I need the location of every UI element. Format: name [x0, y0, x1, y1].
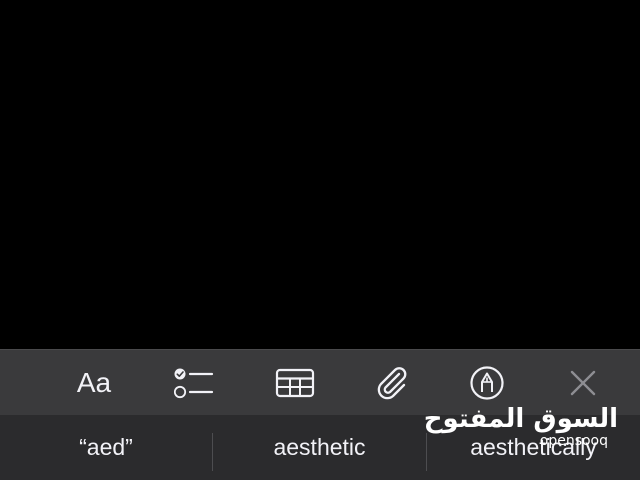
checklist-button[interactable] — [164, 350, 224, 416]
text-format-icon: Aa — [76, 367, 112, 398]
suggestion-item[interactable]: aesthetic — [213, 415, 426, 480]
suggestion-item[interactable]: aesthetically — [427, 415, 640, 480]
table-button[interactable] — [265, 350, 325, 416]
checklist-icon — [174, 368, 214, 399]
predictive-text-bar: “aed” aesthetic aesthetically — [0, 415, 640, 480]
note-editor-area[interactable] — [0, 0, 640, 349]
suggestion-item[interactable]: “aed” — [0, 415, 212, 480]
formatting-toolbar: Aa — [0, 349, 640, 415]
notes-screen: Aa “aed” aesthetic aesthetically السوق ا… — [0, 0, 640, 480]
paperclip-icon — [377, 367, 407, 400]
text-format-button[interactable]: Aa — [64, 350, 124, 416]
table-icon — [275, 368, 315, 398]
pen-markup-icon — [470, 366, 504, 400]
attachment-button[interactable] — [362, 350, 422, 416]
close-toolbar-button[interactable] — [553, 350, 613, 416]
close-icon — [570, 370, 596, 396]
markup-button[interactable] — [457, 350, 517, 416]
